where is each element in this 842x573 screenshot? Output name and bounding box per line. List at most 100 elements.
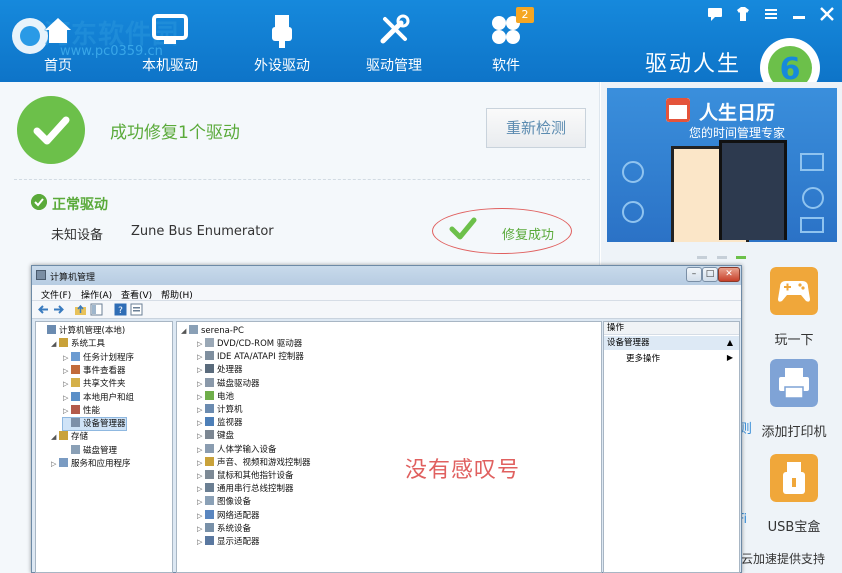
ad-title: 人生日历 <box>698 102 775 124</box>
nav-peripheral-drivers[interactable]: 外设驱动 <box>230 0 334 82</box>
device-category-label: 电池 <box>217 391 235 402</box>
tool-usb-box[interactable]: USB宝盒 <box>749 454 839 535</box>
device-category-label: 通用串行总线控制器 <box>217 484 294 495</box>
device-category[interactable]: ▷ 图像设备 <box>197 496 251 508</box>
cm-minimize-button[interactable]: – <box>686 267 702 282</box>
menu-view[interactable]: 查看(V) <box>121 288 152 301</box>
device-category[interactable]: ▷ 监视器 <box>197 417 243 429</box>
tree-item[interactable]: ▷ 任务计划程序 <box>63 351 134 364</box>
repair-result-message: 成功修复1个驱动 <box>110 123 240 143</box>
top-navigation-bar: 河东软件园 www.pc0359.cn 首页 本机驱动 外设驱动 驱动管理 2 … <box>0 0 842 84</box>
tool-play-games[interactable]: 玩一下 <box>749 267 839 348</box>
device-category-icon <box>205 509 214 519</box>
brand-logo-icon: 6 <box>760 38 820 84</box>
help-icon[interactable]: ? <box>114 303 127 316</box>
skin-icon[interactable] <box>734 6 752 22</box>
expand-arrow-icon: ▷ <box>197 538 203 546</box>
cm-close-button[interactable]: ✕ <box>718 267 740 282</box>
tool-label: 玩一下 <box>774 333 814 348</box>
nav-home[interactable]: 首页 <box>6 0 110 82</box>
device-tree-root[interactable]: ◢ serena-PC <box>181 325 244 337</box>
device-category[interactable]: ▷ 计算机 <box>197 404 243 416</box>
up-folder-icon[interactable] <box>74 303 87 316</box>
device-category[interactable]: ▷ 声音、视频和游戏控制器 <box>197 456 311 469</box>
menu-help[interactable]: 帮助(H) <box>161 288 193 301</box>
device-category[interactable]: ▷ 显示适配器 <box>197 536 260 548</box>
back-arrow-icon[interactable] <box>37 303 50 316</box>
usb-icon <box>770 454 818 502</box>
expand-arrow-icon: ▷ <box>197 458 203 467</box>
menu-file[interactable]: 文件(F) <box>41 288 71 301</box>
tree-node-icon <box>71 378 80 388</box>
cm-device-list: ◢ serena-PC ▷ DVD/CD-ROM 驱动器 ▷ IDE ATA/ATAPI… <box>176 321 602 573</box>
device-root-label: serena-PC <box>201 326 244 336</box>
nav-driver-management[interactable]: 驱动管理 <box>342 0 446 82</box>
forward-arrow-icon[interactable] <box>52 303 65 316</box>
expand-arrow-icon: ▷ <box>197 472 203 480</box>
ad-pager-dot-active[interactable] <box>735 256 746 259</box>
device-category[interactable]: ▷ DVD/CD-ROM 驱动器 <box>197 338 302 350</box>
computer-management-window: 计算机管理 – □ ✕ 文件(F) 操作(A) 查看(V) 帮助(H) ? 计算… <box>31 265 742 573</box>
tree-item[interactable]: ▷ 事件查看器 <box>63 364 126 377</box>
tree-item-label: 计算机管理(本地) <box>59 326 126 336</box>
collapse-up-icon: ▲ <box>726 338 733 347</box>
tree-item[interactable]: ▷ 本地用户和组 <box>63 391 134 404</box>
device-category-label: DVD/CD-ROM 驱动器 <box>217 339 303 349</box>
tree-node-icon <box>71 364 80 374</box>
device-category[interactable]: ▷ 键盘 <box>197 430 234 442</box>
device-category-label: 图像设备 <box>217 497 252 508</box>
device-type: 未知设备 <box>51 228 104 243</box>
device-category[interactable]: ▷ 电池 <box>197 390 235 403</box>
expand-arrow-icon: ▷ <box>197 432 203 441</box>
show-tree-icon[interactable] <box>90 303 103 316</box>
ad-pager-dot[interactable] <box>697 256 708 259</box>
ad-pager-dot[interactable] <box>716 256 727 259</box>
section-divider <box>14 179 590 180</box>
tree-node-icon <box>71 404 80 414</box>
ad-pager[interactable] <box>601 244 842 263</box>
rescan-button[interactable]: 重新检测 <box>486 108 586 148</box>
device-category[interactable]: ▷ 人体学输入设备 <box>197 443 277 456</box>
device-category-icon <box>205 377 214 387</box>
tree-item-label: 性能 <box>83 405 101 416</box>
tree-item[interactable]: ◢ 存储 <box>51 431 88 443</box>
properties-icon[interactable] <box>130 303 143 316</box>
device-category[interactable]: ▷ 磁盘驱动器 <box>197 377 260 390</box>
tree-item[interactable]: ◢ 系统工具 <box>51 338 105 350</box>
cm-title-bar[interactable]: 计算机管理 – □ ✕ <box>32 266 741 285</box>
device-category[interactable]: ▷ 通用串行总线控制器 <box>197 483 294 495</box>
minimize-icon[interactable] <box>790 6 808 22</box>
expand-arrow-icon: ▷ <box>197 406 203 414</box>
cm-maximize-button[interactable]: □ <box>702 267 718 282</box>
nav-software[interactable]: 2 软件 <box>454 0 558 82</box>
cm-console-tree: 计算机管理(本地) ◢ 系统工具 ▷ 任务计划程序 ▷ 事件查看器 ▷ 共享文件夹 ▷ 本地用户和组… <box>35 321 173 573</box>
checkmark-icon <box>33 116 70 145</box>
tree-item[interactable]: ▷ 性能 <box>63 404 101 417</box>
device-category[interactable]: ▷ IDE ATA/ATAPI 控制器 <box>197 351 304 363</box>
menu-icon[interactable] <box>762 6 780 22</box>
normal-drivers-title: 正常驱动 <box>52 197 108 213</box>
device-category[interactable]: ▷ 处理器 <box>197 364 243 376</box>
expand-arrow-icon: ▷ <box>51 460 57 468</box>
device-category[interactable]: ▷ 鼠标和其他指针设备 <box>197 470 294 482</box>
actions-device-manager[interactable]: 设备管理器 ▲ <box>604 336 739 350</box>
close-icon[interactable] <box>818 6 836 22</box>
computer-icon <box>36 270 46 280</box>
tree-item[interactable]: 磁盘管理 <box>63 444 117 457</box>
tree-item[interactable]: ▷ 服务和应用程序 <box>51 458 131 470</box>
more-actions-link[interactable]: 更多操作 <box>626 352 660 364</box>
calendar-ad-banner[interactable]: 人生日历 您的时间管理专家 <box>607 88 837 242</box>
tool-label: 添加打印机 <box>761 425 827 440</box>
tool-add-printer[interactable]: 添加打印机 <box>749 359 839 440</box>
tree-item-label: 系统工具 <box>71 339 106 350</box>
feedback-icon[interactable] <box>706 6 724 22</box>
tree-item[interactable]: 计算机管理(本地) <box>39 325 125 337</box>
menu-action[interactable]: 操作(A) <box>81 288 112 301</box>
nav-local-drivers[interactable]: 本机驱动 <box>118 0 222 82</box>
tree-item[interactable]: 设备管理器 <box>62 417 127 432</box>
tree-item[interactable]: ▷ 共享文件夹 <box>63 378 126 390</box>
tool-label: USB宝盒 <box>767 520 821 535</box>
device-category[interactable]: ▷ 系统设备 <box>197 522 251 535</box>
device-category-label: IDE ATA/ATAPI 控制器 <box>217 352 304 363</box>
device-category[interactable]: ▷ 网络适配器 <box>197 509 260 522</box>
